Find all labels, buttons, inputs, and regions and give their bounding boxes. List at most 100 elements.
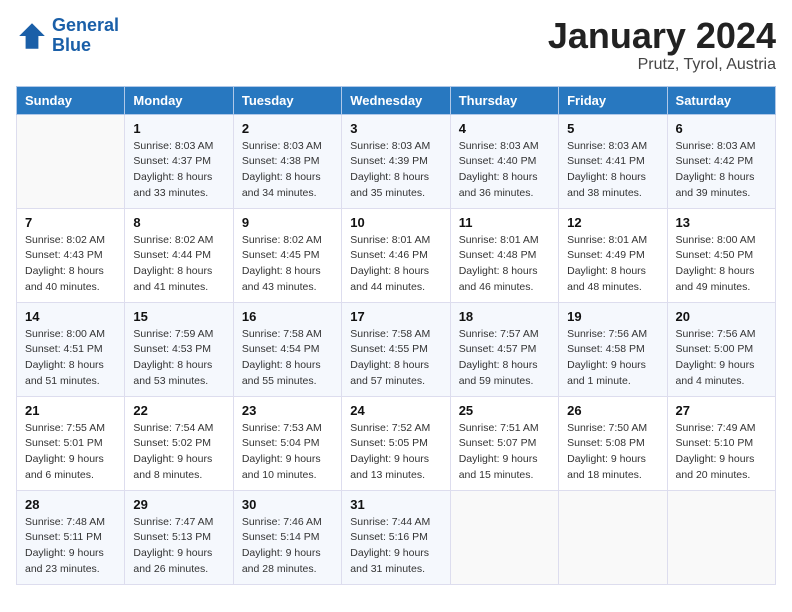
weekday-header-friday: Friday xyxy=(559,86,667,114)
day-number: 27 xyxy=(676,403,767,418)
day-info: Sunrise: 7:47 AMSunset: 5:13 PMDaylight:… xyxy=(133,515,224,578)
calendar-cell: 19 Sunrise: 7:56 AMSunset: 4:58 PMDayligh… xyxy=(559,302,667,396)
day-number: 5 xyxy=(567,121,658,136)
day-info: Sunrise: 7:48 AMSunset: 5:11 PMDaylight:… xyxy=(25,515,116,578)
day-info: Sunrise: 8:00 AMSunset: 4:51 PMDaylight:… xyxy=(25,327,116,390)
weekday-header-row: SundayMondayTuesdayWednesdayThursdayFrid… xyxy=(17,86,776,114)
day-info: Sunrise: 8:00 AMSunset: 4:50 PMDaylight:… xyxy=(676,233,767,296)
calendar-cell: 16 Sunrise: 7:58 AMSunset: 4:54 PMDayligh… xyxy=(233,302,341,396)
day-number: 13 xyxy=(676,215,767,230)
calendar-cell: 24 Sunrise: 7:52 AMSunset: 5:05 PMDayligh… xyxy=(342,396,450,490)
day-info: Sunrise: 7:59 AMSunset: 4:53 PMDaylight:… xyxy=(133,327,224,390)
day-info: Sunrise: 8:03 AMSunset: 4:41 PMDaylight:… xyxy=(567,139,658,202)
day-info: Sunrise: 8:01 AMSunset: 4:49 PMDaylight:… xyxy=(567,233,658,296)
week-row-3: 14 Sunrise: 8:00 AMSunset: 4:51 PMDayligh… xyxy=(17,302,776,396)
day-number: 14 xyxy=(25,309,116,324)
day-info: Sunrise: 7:54 AMSunset: 5:02 PMDaylight:… xyxy=(133,421,224,484)
calendar-cell: 31 Sunrise: 7:44 AMSunset: 5:16 PMDayligh… xyxy=(342,490,450,584)
calendar-cell: 23Sunrise: 7:53 AMSunset: 5:04 PMDayligh… xyxy=(233,396,341,490)
day-number: 26 xyxy=(567,403,658,418)
calendar-cell: 5 Sunrise: 8:03 AMSunset: 4:41 PMDaylight… xyxy=(559,114,667,208)
day-info: Sunrise: 8:01 AMSunset: 4:48 PMDaylight:… xyxy=(459,233,550,296)
calendar-cell xyxy=(667,490,775,584)
day-info: Sunrise: 7:55 AMSunset: 5:01 PMDaylight:… xyxy=(25,421,116,484)
calendar-cell: 11 Sunrise: 8:01 AMSunset: 4:48 PMDayligh… xyxy=(450,208,558,302)
weekday-header-tuesday: Tuesday xyxy=(233,86,341,114)
day-number: 29 xyxy=(133,497,224,512)
day-info: Sunrise: 7:56 AMSunset: 5:00 PMDaylight:… xyxy=(676,327,767,390)
calendar-cell: 14 Sunrise: 8:00 AMSunset: 4:51 PMDayligh… xyxy=(17,302,125,396)
calendar-table: SundayMondayTuesdayWednesdayThursdayFrid… xyxy=(16,86,776,585)
day-number: 6 xyxy=(676,121,767,136)
day-info: Sunrise: 7:51 AMSunset: 5:07 PMDaylight:… xyxy=(459,421,550,484)
day-number: 17 xyxy=(350,309,441,324)
calendar-cell: 30 Sunrise: 7:46 AMSunset: 5:14 PMDayligh… xyxy=(233,490,341,584)
day-number: 16 xyxy=(242,309,333,324)
calendar-cell: 6 Sunrise: 8:03 AMSunset: 4:42 PMDaylight… xyxy=(667,114,775,208)
page-header: General Blue January 2024 Prutz, Tyrol, … xyxy=(16,16,776,74)
day-number: 21 xyxy=(25,403,116,418)
day-info: Sunrise: 8:01 AMSunset: 4:46 PMDaylight:… xyxy=(350,233,441,296)
day-number: 11 xyxy=(459,215,550,230)
day-info: Sunrise: 8:03 AMSunset: 4:39 PMDaylight:… xyxy=(350,139,441,202)
day-number: 31 xyxy=(350,497,441,512)
logo-icon xyxy=(16,20,48,52)
weekday-header-monday: Monday xyxy=(125,86,233,114)
day-number: 12 xyxy=(567,215,658,230)
calendar-cell: 8Sunrise: 8:02 AMSunset: 4:44 PMDaylight… xyxy=(125,208,233,302)
day-number: 18 xyxy=(459,309,550,324)
calendar-cell: 25Sunrise: 7:51 AMSunset: 5:07 PMDayligh… xyxy=(450,396,558,490)
location-subtitle: Prutz, Tyrol, Austria xyxy=(548,56,776,74)
day-info: Sunrise: 8:03 AMSunset: 4:40 PMDaylight:… xyxy=(459,139,550,202)
day-info: Sunrise: 7:53 AMSunset: 5:04 PMDaylight:… xyxy=(242,421,333,484)
calendar-cell: 17Sunrise: 7:58 AMSunset: 4:55 PMDayligh… xyxy=(342,302,450,396)
calendar-cell: 15Sunrise: 7:59 AMSunset: 4:53 PMDayligh… xyxy=(125,302,233,396)
day-info: Sunrise: 7:46 AMSunset: 5:14 PMDaylight:… xyxy=(242,515,333,578)
day-info: Sunrise: 8:03 AMSunset: 4:42 PMDaylight:… xyxy=(676,139,767,202)
calendar-cell xyxy=(17,114,125,208)
day-number: 4 xyxy=(459,121,550,136)
calendar-cell: 3 Sunrise: 8:03 AMSunset: 4:39 PMDaylight… xyxy=(342,114,450,208)
weekday-header-saturday: Saturday xyxy=(667,86,775,114)
day-number: 24 xyxy=(350,403,441,418)
weekday-header-wednesday: Wednesday xyxy=(342,86,450,114)
day-info: Sunrise: 7:44 AMSunset: 5:16 PMDaylight:… xyxy=(350,515,441,578)
month-title: January 2024 xyxy=(548,16,776,56)
calendar-cell: 20 Sunrise: 7:56 AMSunset: 5:00 PMDayligh… xyxy=(667,302,775,396)
logo-text: General Blue xyxy=(52,16,119,56)
week-row-5: 28 Sunrise: 7:48 AMSunset: 5:11 PMDayligh… xyxy=(17,490,776,584)
day-number: 10 xyxy=(350,215,441,230)
calendar-cell xyxy=(450,490,558,584)
calendar-cell: 1Sunrise: 8:03 AMSunset: 4:37 PMDaylight… xyxy=(125,114,233,208)
day-number: 8 xyxy=(133,215,224,230)
calendar-cell: 27 Sunrise: 7:49 AMSunset: 5:10 PMDayligh… xyxy=(667,396,775,490)
day-info: Sunrise: 7:49 AMSunset: 5:10 PMDaylight:… xyxy=(676,421,767,484)
day-number: 19 xyxy=(567,309,658,324)
weekday-header-thursday: Thursday xyxy=(450,86,558,114)
day-number: 28 xyxy=(25,497,116,512)
calendar-cell: 29 Sunrise: 7:47 AMSunset: 5:13 PMDayligh… xyxy=(125,490,233,584)
calendar-cell: 28 Sunrise: 7:48 AMSunset: 5:11 PMDayligh… xyxy=(17,490,125,584)
weekday-header-sunday: Sunday xyxy=(17,86,125,114)
day-number: 20 xyxy=(676,309,767,324)
day-number: 3 xyxy=(350,121,441,136)
calendar-cell: 4 Sunrise: 8:03 AMSunset: 4:40 PMDaylight… xyxy=(450,114,558,208)
week-row-4: 21 Sunrise: 7:55 AMSunset: 5:01 PMDayligh… xyxy=(17,396,776,490)
calendar-cell: 26Sunrise: 7:50 AMSunset: 5:08 PMDayligh… xyxy=(559,396,667,490)
calendar-cell: 22Sunrise: 7:54 AMSunset: 5:02 PMDayligh… xyxy=(125,396,233,490)
day-number: 1 xyxy=(133,121,224,136)
day-info: Sunrise: 8:02 AMSunset: 4:43 PMDaylight:… xyxy=(25,233,116,296)
day-number: 2 xyxy=(242,121,333,136)
day-info: Sunrise: 8:02 AMSunset: 4:45 PMDaylight:… xyxy=(242,233,333,296)
calendar-cell: 12 Sunrise: 8:01 AMSunset: 4:49 PMDayligh… xyxy=(559,208,667,302)
title-block: January 2024 Prutz, Tyrol, Austria xyxy=(548,16,776,74)
week-row-1: 1Sunrise: 8:03 AMSunset: 4:37 PMDaylight… xyxy=(17,114,776,208)
calendar-cell: 9Sunrise: 8:02 AMSunset: 4:45 PMDaylight… xyxy=(233,208,341,302)
week-row-2: 7Sunrise: 8:02 AMSunset: 4:43 PMDaylight… xyxy=(17,208,776,302)
calendar-cell: 7Sunrise: 8:02 AMSunset: 4:43 PMDaylight… xyxy=(17,208,125,302)
day-info: Sunrise: 7:58 AMSunset: 4:54 PMDaylight:… xyxy=(242,327,333,390)
day-info: Sunrise: 7:52 AMSunset: 5:05 PMDaylight:… xyxy=(350,421,441,484)
day-number: 30 xyxy=(242,497,333,512)
day-info: Sunrise: 7:56 AMSunset: 4:58 PMDaylight:… xyxy=(567,327,658,390)
calendar-cell: 10 Sunrise: 8:01 AMSunset: 4:46 PMDayligh… xyxy=(342,208,450,302)
